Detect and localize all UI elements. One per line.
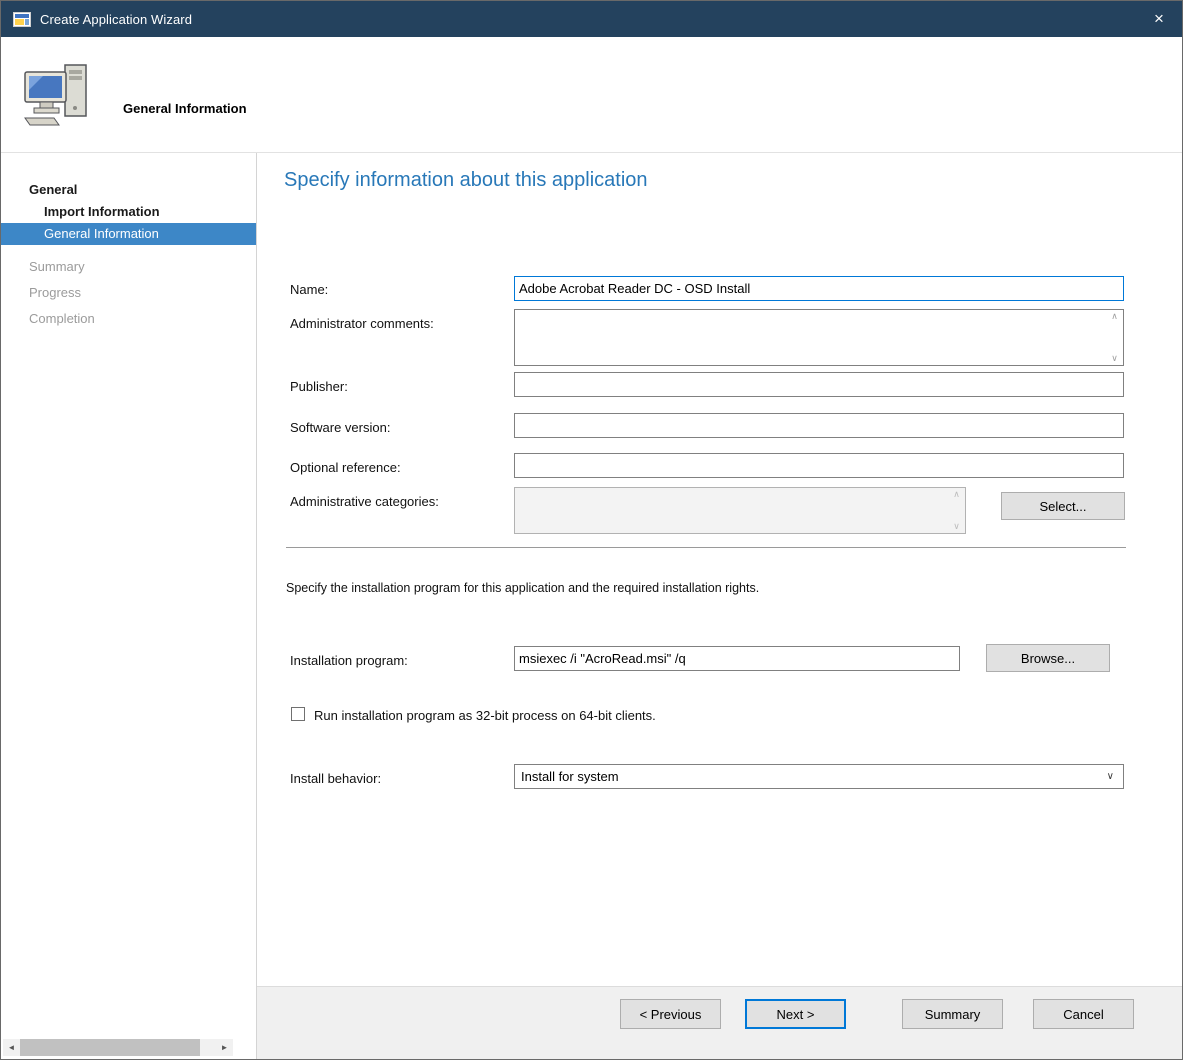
cancel-button[interactable]: Cancel bbox=[1033, 999, 1134, 1029]
name-label: Name: bbox=[290, 282, 328, 297]
sidebar-item-summary: Summary bbox=[1, 254, 256, 280]
scrollbar-thumb[interactable] bbox=[20, 1039, 200, 1056]
wizard-header: General Information bbox=[1, 37, 1182, 153]
wizard-content: Specify information about this applicati… bbox=[257, 153, 1182, 1059]
titlebar: Create Application Wizard × bbox=[1, 1, 1182, 37]
computer-icon bbox=[23, 63, 91, 127]
run-32bit-label[interactable]: Run installation program as 32-bit proce… bbox=[314, 708, 656, 723]
publisher-label: Publisher: bbox=[290, 379, 348, 394]
admin-categories-label: Administrative categories: bbox=[290, 494, 439, 509]
publisher-input[interactable] bbox=[514, 372, 1124, 397]
installation-program-label: Installation program: bbox=[290, 653, 408, 668]
page-title: General Information bbox=[123, 101, 247, 116]
scroll-right-icon[interactable]: ► bbox=[216, 1039, 233, 1056]
optional-reference-input[interactable] bbox=[514, 453, 1124, 478]
admin-comments-label: Administrator comments: bbox=[290, 316, 434, 331]
scroll-down-icon: ∨ bbox=[953, 522, 960, 531]
sidebar-item-general[interactable]: General bbox=[1, 179, 256, 201]
sidebar-item-general-information[interactable]: General Information bbox=[1, 223, 256, 245]
sidebar-horizontal-scrollbar[interactable]: ◄ ► bbox=[3, 1039, 233, 1056]
install-behavior-select[interactable]: Install for system ∨ bbox=[514, 764, 1124, 789]
wizard-steps-sidebar: General Import Information General Infor… bbox=[1, 153, 257, 1059]
select-categories-button[interactable]: Select... bbox=[1001, 492, 1125, 520]
browse-button[interactable]: Browse... bbox=[986, 644, 1110, 672]
admin-comments-textarea[interactable]: ∧ ∨ bbox=[514, 309, 1124, 366]
wizard-app-icon bbox=[13, 12, 31, 27]
installation-program-input[interactable] bbox=[514, 646, 960, 671]
wizard-body: General Import Information General Infor… bbox=[1, 153, 1182, 1059]
summary-button[interactable]: Summary bbox=[902, 999, 1003, 1029]
install-behavior-value: Install for system bbox=[521, 769, 619, 784]
previous-button[interactable]: < Previous bbox=[620, 999, 721, 1029]
sidebar-item-import-information[interactable]: Import Information bbox=[1, 201, 256, 223]
close-icon[interactable]: × bbox=[1136, 1, 1182, 37]
software-version-label: Software version: bbox=[290, 420, 390, 435]
next-button[interactable]: Next > bbox=[745, 999, 846, 1029]
section-title: Specify information about this applicati… bbox=[284, 169, 648, 192]
scroll-up-icon[interactable]: ∧ bbox=[1111, 312, 1118, 321]
categories-scroll-arrows: ∧ ∨ bbox=[948, 488, 965, 533]
software-version-input[interactable] bbox=[514, 413, 1124, 438]
scroll-left-icon[interactable]: ◄ bbox=[3, 1039, 20, 1056]
admin-comments-text[interactable] bbox=[515, 310, 1106, 365]
window-title: Create Application Wizard bbox=[40, 12, 192, 27]
scrollbar-track[interactable] bbox=[20, 1039, 216, 1056]
sidebar-item-completion: Completion bbox=[1, 306, 256, 332]
scroll-up-icon: ∧ bbox=[953, 490, 960, 499]
chevron-down-icon: ∨ bbox=[1107, 771, 1114, 782]
sidebar-item-progress: Progress bbox=[1, 280, 256, 306]
admin-categories-text bbox=[515, 488, 948, 533]
create-application-wizard-window: Create Application Wizard × General Info… bbox=[0, 0, 1183, 1060]
admin-categories-textarea: ∧ ∨ bbox=[514, 487, 966, 534]
section-divider bbox=[286, 547, 1126, 548]
scroll-down-icon[interactable]: ∨ bbox=[1111, 354, 1118, 363]
comments-scroll-arrows: ∧ ∨ bbox=[1106, 310, 1123, 365]
install-behavior-label: Install behavior: bbox=[290, 771, 381, 786]
install-section-note: Specify the installation program for thi… bbox=[286, 581, 759, 595]
footer-button-bar: < Previous Next > Summary Cancel bbox=[257, 986, 1182, 1059]
run-32bit-checkbox[interactable] bbox=[291, 707, 305, 721]
name-input[interactable] bbox=[514, 276, 1124, 301]
optional-reference-label: Optional reference: bbox=[290, 460, 401, 475]
